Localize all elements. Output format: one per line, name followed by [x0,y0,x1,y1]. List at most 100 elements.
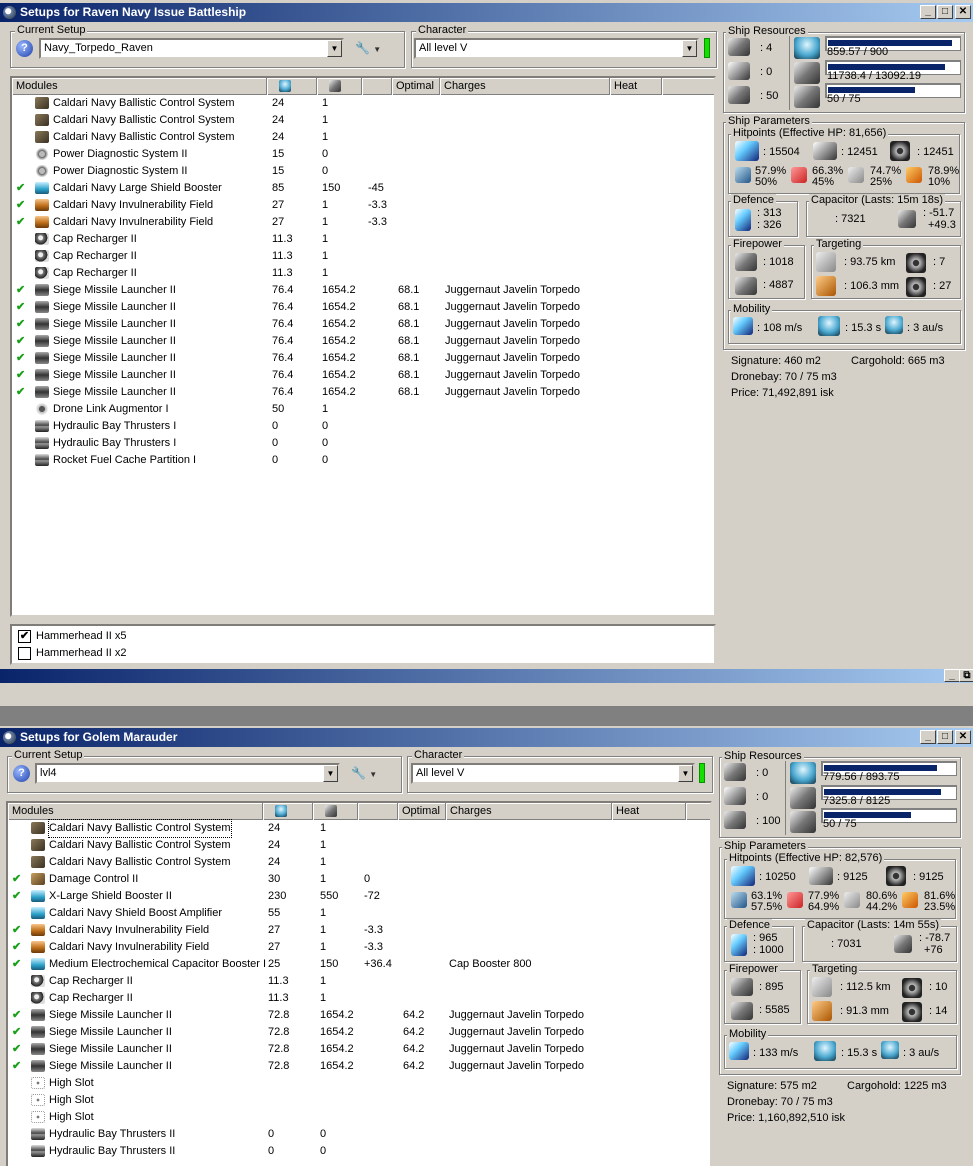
chevron-down-icon[interactable]: ▼ [323,765,338,782]
module-row[interactable]: Caldari Navy Ballistic Control System 24 1 [8,837,710,854]
module-row[interactable]: Rocket Fuel Cache Partition I 0 0 [12,452,714,469]
ship-tools-button[interactable]: 🔧 ▼ [355,38,381,60]
help-icon[interactable]: ? [16,40,33,57]
module-row[interactable]: ✔ Caldari Navy Invulnerability Field 27 1 -3… [12,214,714,231]
modules-list[interactable]: Modules Optimal Charges Heat Caldari Nav… [10,76,716,617]
col-modules[interactable]: Modules [12,78,267,95]
col-powergrid[interactable] [317,78,362,95]
active-check-icon[interactable]: ✔ [12,1024,21,1041]
module-row[interactable]: Caldari Navy Ballistic Control System 24 1 [8,819,710,838]
setup-select[interactable]: lvl4 ▼ [35,763,340,784]
drone-list[interactable]: ✔ Hammerhead II x5 Hammerhead II x2 [10,624,716,665]
active-check-icon[interactable]: ✔ [16,197,25,214]
module-charge[interactable]: Juggernaut Javelin Torpedo [449,1041,584,1058]
setup-select[interactable]: Navy_Torpedo_Raven ▼ [39,38,344,59]
module-row[interactable]: ✔ Caldari Navy Invulnerability Field 27 1 -3… [8,922,710,939]
minimize-button[interactable]: _ [920,5,936,19]
module-row[interactable]: ✔ Caldari Navy Large Shield Booster 85 150 -… [12,180,714,197]
module-row[interactable]: High Slot [8,1075,710,1092]
module-row[interactable]: Caldari Navy Ballistic Control System 24 1 [12,95,714,112]
character-select[interactable]: All level V ▼ [411,763,695,784]
module-row[interactable]: ✔ Siege Missile Launcher II 72.8 1654.2 64.2… [8,1007,710,1024]
module-row[interactable]: High Slot [8,1092,710,1109]
help-icon[interactable]: ? [13,765,30,782]
col-capacitor[interactable] [362,78,392,95]
drone-checkbox[interactable] [18,646,31,660]
col-heat[interactable]: Heat [612,803,686,820]
module-row[interactable]: ✔ Siege Missile Launcher II 76.4 1654.2 68.1… [12,333,714,350]
module-charge[interactable]: Juggernaut Javelin Torpedo [445,384,580,401]
module-row[interactable]: Power Diagnostic System II 15 0 [12,163,714,180]
module-row[interactable]: Hydraulic Bay Thrusters II 0 0 [8,1126,710,1143]
module-charge[interactable]: Juggernaut Javelin Torpedo [445,316,580,333]
col-cpu[interactable] [267,78,317,95]
active-check-icon[interactable]: ✔ [12,871,21,888]
col-cpu[interactable] [263,803,313,820]
module-row[interactable]: ✔ Siege Missile Launcher II 72.8 1654.2 64.2… [8,1041,710,1058]
active-check-icon[interactable]: ✔ [12,1058,21,1075]
active-check-icon[interactable]: ✔ [12,1007,21,1024]
module-row[interactable]: Caldari Navy Ballistic Control System 24 1 [8,854,710,871]
character-select[interactable]: All level V ▼ [414,38,699,59]
active-check-icon[interactable]: ✔ [16,333,25,350]
active-check-icon[interactable]: ✔ [12,922,21,939]
close-button[interactable]: ✕ [955,730,971,744]
active-check-icon[interactable]: ✔ [12,1041,21,1058]
module-charge[interactable]: Juggernaut Javelin Torpedo [445,299,580,316]
drone-item[interactable]: Hammerhead II x2 [18,646,126,661]
active-check-icon[interactable]: ✔ [12,956,21,973]
module-charge[interactable]: Juggernaut Javelin Torpedo [445,350,580,367]
module-charge[interactable]: Juggernaut Javelin Torpedo [445,282,580,299]
modules-list[interactable]: Modules Optimal Charges Heat Caldari Nav… [6,801,712,1166]
module-charge[interactable]: Cap Booster 800 [449,956,532,973]
module-row[interactable]: ✔ X-Large Shield Booster II 230 550 -72 [8,888,710,905]
module-row[interactable]: ✔ Siege Missile Launcher II 76.4 1654.2 68.1… [12,367,714,384]
module-row[interactable]: ✔ Siege Missile Launcher II 72.8 1654.2 64.2… [8,1058,710,1075]
module-charge[interactable]: Juggernaut Javelin Torpedo [449,1007,584,1024]
maximize-button[interactable]: □ [937,5,953,19]
module-row[interactable]: ✔ Siege Missile Launcher II 72.8 1654.2 64.2… [8,1024,710,1041]
active-check-icon[interactable]: ✔ [16,180,25,197]
active-check-icon[interactable]: ✔ [16,282,25,299]
active-check-icon[interactable]: ✔ [16,299,25,316]
module-row[interactable]: Cap Recharger II 11.3 1 [12,248,714,265]
col-capacitor[interactable] [358,803,398,820]
col-powergrid[interactable] [313,803,358,820]
module-charge[interactable]: Juggernaut Javelin Torpedo [445,367,580,384]
mdi-minimize-button[interactable]: _ [944,669,960,682]
drone-checkbox[interactable]: ✔ [18,629,31,643]
module-row[interactable]: ✔ Caldari Navy Invulnerability Field 27 1 -3… [12,197,714,214]
active-check-icon[interactable]: ✔ [12,939,21,956]
module-row[interactable]: Caldari Navy Shield Boost Amplifier 55 1 [8,905,710,922]
close-button[interactable]: ✕ [955,5,971,19]
chevron-down-icon[interactable]: ▼ [682,40,697,57]
col-optimal[interactable]: Optimal [392,78,440,95]
module-row[interactable]: Caldari Navy Ballistic Control System 24 1 [12,129,714,146]
module-row[interactable]: Drone Link Augmentor I 50 1 [12,401,714,418]
col-charges[interactable]: Charges [446,803,612,820]
chevron-down-icon[interactable]: ▼ [327,40,342,57]
active-check-icon[interactable]: ✔ [12,888,21,905]
drone-item[interactable]: ✔ Hammerhead II x5 [18,629,126,644]
mdi-restore-button[interactable]: ⧉ [959,669,973,682]
active-check-icon[interactable]: ✔ [16,214,25,231]
module-row[interactable]: Hydraulic Bay Thrusters I 0 0 [12,418,714,435]
minimize-button[interactable]: _ [920,730,936,744]
module-row[interactable]: ✔ Damage Control II 30 1 0 [8,871,710,888]
ship-tools-button[interactable]: 🔧 ▼ [351,763,377,785]
col-modules[interactable]: Modules [8,803,263,820]
module-charge[interactable]: Juggernaut Javelin Torpedo [449,1024,584,1041]
module-row[interactable]: ✔ Siege Missile Launcher II 76.4 1654.2 68.1… [12,384,714,401]
module-charge[interactable]: Juggernaut Javelin Torpedo [445,333,580,350]
module-row[interactable]: Cap Recharger II 11.3 1 [12,231,714,248]
module-row[interactable]: Hydraulic Bay Thrusters II 0 0 [8,1143,710,1160]
chevron-down-icon[interactable]: ▼ [678,765,693,782]
module-row[interactable]: Hydraulic Bay Thrusters I 0 0 [12,435,714,452]
active-check-icon[interactable]: ✔ [16,316,25,333]
module-row[interactable]: Power Diagnostic System II 15 0 [12,146,714,163]
module-row[interactable]: Cap Recharger II 11.3 1 [8,990,710,1007]
active-check-icon[interactable]: ✔ [16,367,25,384]
module-row[interactable]: ✔ Siege Missile Launcher II 76.4 1654.2 68.1… [12,316,714,333]
module-charge[interactable]: Juggernaut Javelin Torpedo [449,1058,584,1075]
module-row[interactable]: ✔ Siege Missile Launcher II 76.4 1654.2 68.1… [12,282,714,299]
